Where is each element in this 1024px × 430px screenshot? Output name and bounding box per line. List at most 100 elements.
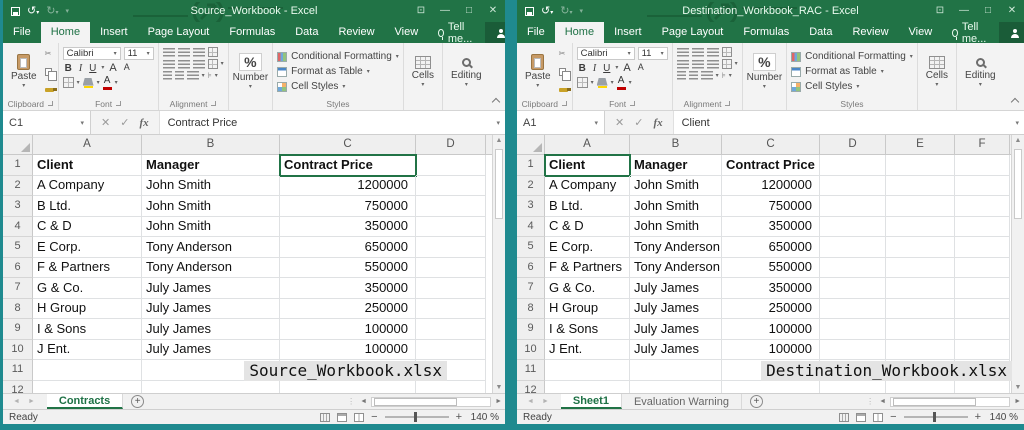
collapse-ribbon-icon[interactable] bbox=[492, 97, 499, 104]
cell-C3[interactable]: 750000 bbox=[280, 196, 416, 217]
name-box[interactable]: C1 ▾ bbox=[3, 111, 91, 134]
cell-A8[interactable]: H Group bbox=[33, 299, 142, 320]
cell-C2[interactable]: 1200000 bbox=[722, 176, 820, 197]
row-header-12[interactable]: 12 bbox=[3, 381, 33, 394]
underline-button[interactable]: U bbox=[87, 63, 98, 74]
cell-E8[interactable] bbox=[886, 299, 955, 320]
merge-center-icon[interactable] bbox=[208, 59, 218, 69]
cell-D4[interactable] bbox=[820, 217, 886, 238]
cell-A4[interactable]: C & D bbox=[545, 217, 630, 238]
confirm-entry-icon[interactable]: ✓ bbox=[120, 116, 129, 129]
row-header-12[interactable]: 12 bbox=[517, 381, 545, 394]
cell-C10[interactable]: 100000 bbox=[280, 340, 416, 361]
column-header-E[interactable]: E bbox=[886, 135, 955, 154]
column-header-D[interactable]: D bbox=[416, 135, 486, 154]
cell-B3[interactable]: John Smith bbox=[142, 196, 280, 217]
undo-icon[interactable]: ↺▾ bbox=[541, 6, 553, 17]
cells-button[interactable]: Cells ▾ bbox=[408, 46, 438, 97]
alignment-more-icon[interactable]: ⊧ bbox=[722, 72, 726, 80]
row-header-4[interactable]: 4 bbox=[517, 217, 545, 238]
close-icon[interactable]: ✕ bbox=[481, 0, 505, 22]
font-name-select[interactable]: Calibri▾ bbox=[577, 47, 635, 60]
cell-C7[interactable]: 350000 bbox=[280, 278, 416, 299]
cell-A10[interactable]: J Ent. bbox=[33, 340, 142, 361]
ribbon-display-options-icon[interactable]: ⊡ bbox=[928, 0, 952, 22]
save-icon[interactable] bbox=[11, 7, 20, 16]
alignment-more-icon[interactable]: ⊧ bbox=[208, 72, 212, 80]
zoom-level-label[interactable]: 140 % bbox=[469, 412, 499, 423]
confirm-entry-icon[interactable]: ✓ bbox=[634, 116, 643, 129]
cell-B2[interactable]: John Smith bbox=[630, 176, 722, 197]
increase-font-button[interactable]: A bbox=[107, 62, 118, 74]
zoom-slider[interactable] bbox=[904, 416, 968, 418]
row-header-11[interactable]: 11 bbox=[517, 360, 545, 381]
normal-view-icon[interactable] bbox=[839, 413, 849, 422]
row-header-5[interactable]: 5 bbox=[517, 237, 545, 258]
cell-B12[interactable] bbox=[142, 381, 280, 394]
copy-button[interactable] bbox=[559, 66, 568, 77]
formula-input[interactable]: Contract Price bbox=[160, 111, 505, 134]
menu-tab-review[interactable]: Review bbox=[842, 22, 898, 43]
cell-C3[interactable]: 750000 bbox=[722, 196, 820, 217]
page-layout-view-icon[interactable] bbox=[856, 413, 866, 422]
cell-B4[interactable]: John Smith bbox=[142, 217, 280, 238]
row-header-9[interactable]: 9 bbox=[3, 319, 33, 340]
save-icon[interactable] bbox=[525, 7, 534, 16]
cell-A6[interactable]: F & Partners bbox=[545, 258, 630, 279]
cell-C10[interactable]: 100000 bbox=[722, 340, 820, 361]
page-break-view-icon[interactable] bbox=[354, 413, 364, 422]
menu-tab-insert[interactable]: Insert bbox=[90, 22, 138, 43]
merge-center-icon[interactable] bbox=[722, 59, 732, 69]
sheet-tab-sheet1[interactable]: Sheet1 bbox=[561, 394, 622, 409]
format-as-table-button[interactable]: Format as Table▾ bbox=[277, 65, 399, 79]
row-header-6[interactable]: 6 bbox=[517, 258, 545, 279]
minimize-icon[interactable]: — bbox=[433, 0, 457, 22]
select-all-corner[interactable] bbox=[3, 135, 33, 154]
font-color-button[interactable]: A bbox=[617, 76, 626, 90]
align-bottom-icon[interactable] bbox=[707, 48, 719, 57]
cell-B7[interactable]: July James bbox=[630, 278, 722, 299]
increase-indent-icon[interactable] bbox=[689, 71, 698, 80]
align-center-icon[interactable] bbox=[178, 60, 190, 69]
dialog-launcher-icon[interactable] bbox=[562, 101, 567, 106]
column-header-F[interactable]: F bbox=[955, 135, 1010, 154]
expand-formula-bar-icon[interactable]: ▾ bbox=[1015, 119, 1019, 127]
decrease-indent-icon[interactable] bbox=[163, 71, 172, 80]
conditional-formatting-button[interactable]: Conditional Formatting▾ bbox=[791, 50, 913, 64]
cancel-entry-icon[interactable]: ✕ bbox=[101, 116, 110, 129]
editing-button[interactable]: Editing ▾ bbox=[447, 46, 486, 97]
cell-E4[interactable] bbox=[886, 217, 955, 238]
scroll-up-icon[interactable]: ▲ bbox=[1012, 137, 1024, 144]
scroll-right-icon[interactable]: ► bbox=[1014, 398, 1021, 405]
cell-B5[interactable]: Tony Anderson bbox=[142, 237, 280, 258]
percent-style-button[interactable]: % bbox=[239, 53, 261, 71]
redo-icon[interactable]: ↻▾ bbox=[560, 6, 572, 17]
cell-A6[interactable]: F & Partners bbox=[33, 258, 142, 279]
cell-A1[interactable]: Client bbox=[545, 155, 630, 176]
increase-indent-icon[interactable] bbox=[175, 71, 184, 80]
zoom-slider-thumb[interactable] bbox=[414, 412, 417, 422]
horizontal-scroll-thumb[interactable] bbox=[374, 398, 457, 406]
cell-C2[interactable]: 1200000 bbox=[280, 176, 416, 197]
row-header-1[interactable]: 1 bbox=[3, 155, 33, 176]
zoom-out-icon[interactable]: − bbox=[371, 412, 377, 423]
row-header-9[interactable]: 9 bbox=[517, 319, 545, 340]
menu-tab-page-layout[interactable]: Page Layout bbox=[652, 22, 734, 43]
cell-A10[interactable]: J Ent. bbox=[545, 340, 630, 361]
cell-D3[interactable] bbox=[416, 196, 486, 217]
menu-tab-data[interactable]: Data bbox=[799, 22, 842, 43]
cut-button[interactable]: ✂ bbox=[559, 48, 568, 59]
zoom-level-label[interactable]: 140 % bbox=[988, 412, 1018, 423]
cell-A7[interactable]: G & Co. bbox=[33, 278, 142, 299]
cell-D2[interactable] bbox=[820, 176, 886, 197]
cell-F9[interactable] bbox=[955, 319, 1010, 340]
cell-C9[interactable]: 100000 bbox=[280, 319, 416, 340]
fill-color-button[interactable] bbox=[597, 78, 608, 89]
menu-tab-page-layout[interactable]: Page Layout bbox=[138, 22, 220, 43]
row-header-7[interactable]: 7 bbox=[517, 278, 545, 299]
align-center-icon[interactable] bbox=[692, 60, 704, 69]
cell-C9[interactable]: 100000 bbox=[722, 319, 820, 340]
insert-function-icon[interactable]: fx bbox=[653, 117, 662, 129]
decrease-font-button[interactable]: A bbox=[122, 63, 132, 73]
formula-input[interactable]: Client bbox=[674, 111, 1024, 134]
